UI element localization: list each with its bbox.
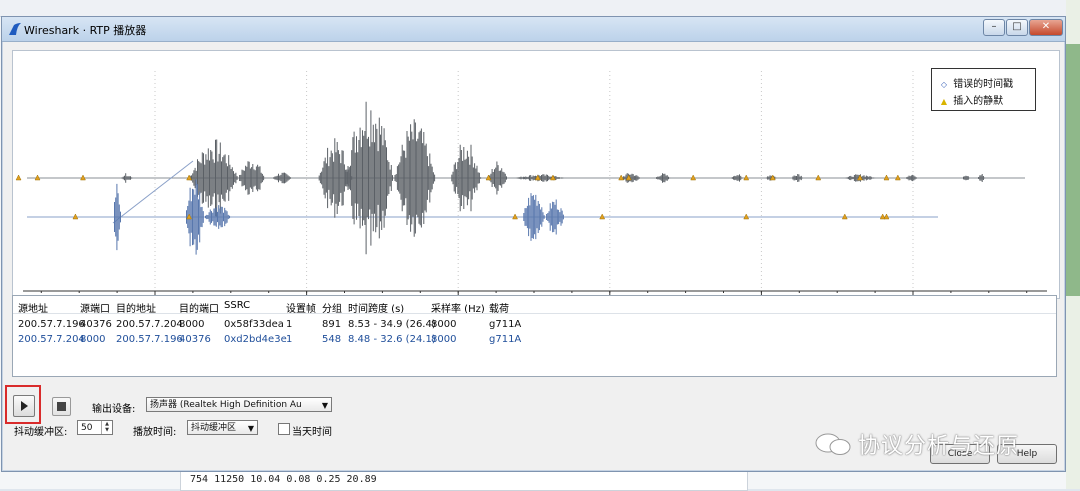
title-bar[interactable]: Wireshark · RTP 播放器 – □ ✕ bbox=[2, 17, 1065, 42]
cell-payload: g711A bbox=[489, 319, 522, 330]
window-title: Wireshark · RTP 播放器 bbox=[24, 24, 147, 37]
background-row-text: 754 11250 10.04 0.08 0.25 20.89 bbox=[190, 474, 377, 485]
waveform-burst bbox=[239, 161, 266, 195]
cell-src-port: 40376 bbox=[80, 319, 112, 330]
waveform-burst bbox=[394, 119, 436, 237]
cell-src-addr: 200.57.7.196 bbox=[18, 319, 85, 330]
waveform-burst bbox=[978, 174, 986, 182]
playback-timing-select[interactable]: 抖动缓冲区 ▼ bbox=[187, 420, 258, 435]
cell-sample-rate: 8000 bbox=[431, 334, 457, 345]
legend-label: 错误的时间戳 bbox=[953, 79, 1014, 90]
cell-packets: 891 bbox=[322, 319, 342, 330]
chevron-down-icon: ▼ bbox=[321, 401, 328, 410]
waveform-burst bbox=[114, 183, 121, 251]
wechat-icon bbox=[815, 433, 851, 455]
waveform-burst bbox=[205, 205, 232, 229]
minimize-button[interactable]: – bbox=[983, 19, 1005, 36]
time-of-day-checkbox[interactable] bbox=[278, 423, 290, 435]
legend-entry-inserted-silence: ▲ 插入的静默 bbox=[938, 92, 1003, 107]
cell-sample-rate: 8000 bbox=[431, 319, 457, 330]
close-window-button[interactable]: ✕ bbox=[1029, 19, 1063, 36]
play-icon bbox=[21, 401, 28, 411]
triangle-icon: ▲ bbox=[940, 97, 948, 106]
stop-button[interactable] bbox=[52, 397, 71, 416]
rtp-stream-table[interactable]: 源地址 源端口 目的地址 目的端口 SSRC 设置帧 分组 时间跨度 (s) 采… bbox=[12, 295, 1057, 377]
output-device-label: 输出设备: bbox=[92, 404, 136, 415]
cell-dst-addr: 200.57.7.204 bbox=[116, 319, 183, 330]
jitter-buffer-spinbox[interactable]: 50 ▲ ▼ bbox=[77, 420, 113, 435]
waveform-burst bbox=[523, 193, 545, 241]
cell-dst-port: 40376 bbox=[179, 334, 211, 345]
legend-entry-timestamp-error: ◇ 错误的时间戳 bbox=[938, 75, 1013, 90]
header-divider bbox=[13, 313, 1056, 314]
legend-label: 插入的静默 bbox=[953, 96, 1004, 107]
watermark-text: 协议分析与还原 bbox=[858, 434, 1020, 459]
cell-dst-port: 8000 bbox=[179, 319, 205, 330]
stop-icon bbox=[57, 402, 66, 411]
maximize-button[interactable]: □ bbox=[1006, 19, 1028, 36]
output-device-value: 扬声器 (Realtek High Definition Au bbox=[150, 400, 302, 410]
jitter-buffer-label: 抖动缓冲区: bbox=[14, 427, 68, 438]
playback-timing-value: 抖动缓冲区 bbox=[191, 423, 237, 433]
wireshark-fin-icon bbox=[9, 23, 21, 35]
cell-packets: 548 bbox=[322, 334, 342, 345]
diamond-icon: ◇ bbox=[940, 80, 948, 89]
waveform-burst bbox=[656, 173, 671, 183]
spin-arrows-icon[interactable]: ▲ ▼ bbox=[101, 421, 112, 434]
cell-setup-frame: 1 bbox=[286, 334, 293, 345]
plot-legend: ◇ 错误的时间戳 ▲ 插入的静默 bbox=[931, 68, 1036, 111]
playback-timing-label: 播放时间: bbox=[133, 427, 177, 438]
column-header[interactable]: SSRC bbox=[224, 300, 250, 311]
cell-payload: g711A bbox=[489, 334, 522, 345]
output-device-select[interactable]: 扬声器 (Realtek High Definition Au ▼ bbox=[146, 397, 332, 412]
cell-time-span: 8.48 - 32.6 (24.1) bbox=[348, 334, 436, 345]
cell-src-port: 8000 bbox=[80, 334, 106, 345]
stream-ramp bbox=[112, 160, 194, 224]
silence-marker bbox=[15, 174, 22, 181]
cell-setup-frame: 1 bbox=[286, 319, 293, 330]
background-toolbar bbox=[0, 0, 1080, 17]
cell-ssrc: 0x58f33dea bbox=[224, 319, 284, 330]
cell-dst-addr: 200.57.7.196 bbox=[116, 334, 183, 345]
time-of-day-label: 当天时间 bbox=[292, 427, 332, 438]
play-button[interactable] bbox=[13, 395, 35, 417]
cell-time-span: 8.53 - 34.9 (26.4) bbox=[348, 319, 436, 330]
jitter-buffer-value: 50 bbox=[81, 423, 93, 433]
chevron-down-icon: ▼ bbox=[247, 424, 254, 433]
cell-src-addr: 200.57.7.204 bbox=[18, 334, 85, 345]
waveform-canvas: 121620242832 bbox=[15, 71, 1047, 306]
cell-ssrc: 0xd2bd4e3e bbox=[224, 334, 287, 345]
waveform-burst bbox=[963, 175, 970, 181]
rtp-player-window: Wireshark · RTP 播放器 – □ ✕ 121620242832 ◇… bbox=[1, 16, 1066, 472]
background-green-bar bbox=[1066, 44, 1080, 296]
audio-waveform-plot[interactable]: 121620242832 ◇ 错误的时间戳 ▲ 插入的静默 bbox=[12, 50, 1060, 306]
